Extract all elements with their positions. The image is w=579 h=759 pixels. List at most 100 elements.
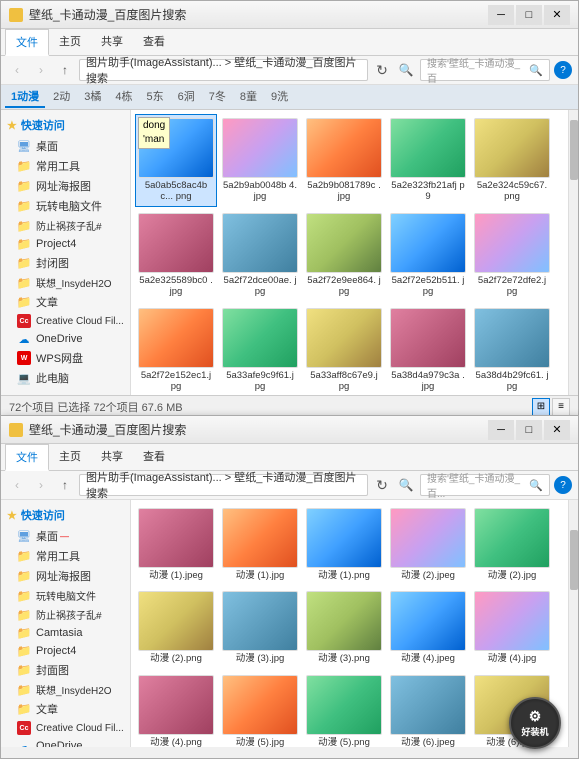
- file-item-w2-9[interactable]: 动漫 (4).jpg: [471, 587, 553, 668]
- close-button-1[interactable]: ✕: [544, 5, 570, 25]
- sidebar-quickaccess-2[interactable]: ★ 快速访问: [1, 504, 130, 526]
- sidebar-item-poster-1[interactable]: 📁 网址海报图: [1, 176, 130, 196]
- num-tab-1-1[interactable]: 1动漫: [5, 86, 45, 108]
- info-button-2[interactable]: ?: [554, 476, 572, 494]
- file-item-7[interactable]: 5a2f72e9ee864. jpg: [303, 209, 385, 302]
- file-item-14[interactable]: 5a38d4b29fc61. jpg: [471, 304, 553, 395]
- num-tab-6-1[interactable]: 6洞: [172, 86, 201, 108]
- file-item-w2-4[interactable]: 动漫 (2).jpg: [471, 504, 553, 585]
- file-item-w2-8[interactable]: 动漫 (4).jpeg: [387, 587, 469, 668]
- maximize-button-1[interactable]: □: [516, 5, 542, 25]
- file-item-w2-11[interactable]: 动漫 (5).jpg: [219, 671, 301, 747]
- sidebar-item-thispc-1[interactable]: 💻 此电脑: [1, 368, 130, 388]
- file-item-w2-13[interactable]: 动漫 (6).jpeg: [387, 671, 469, 747]
- scrollbar-thumb-1[interactable]: [570, 120, 578, 180]
- up-button-1[interactable]: ↑: [55, 60, 75, 80]
- sidebar-item-camtasia-2[interactable]: 📁 Camtasia: [1, 624, 130, 642]
- back-button-1[interactable]: ‹: [7, 60, 27, 80]
- scrollbar-1[interactable]: [568, 110, 578, 395]
- sidebar-item-article-2[interactable]: 📁 文章: [1, 699, 130, 719]
- sidebar-quickaccess-1[interactable]: ★ 快速访问: [1, 114, 130, 136]
- sidebar-item-article-1[interactable]: 📁 文章: [1, 292, 130, 312]
- file-item-2[interactable]: 5a2b9b081789c .jpg: [303, 114, 385, 207]
- ribbon-tab-home-2[interactable]: 主页: [49, 444, 91, 470]
- file-item-5[interactable]: 5a2e325589bc0 .jpg: [135, 209, 217, 302]
- file-item-w2-12[interactable]: 动漫 (5).png: [303, 671, 385, 747]
- sidebar-label-pc-1: 玩转电脑文件: [36, 198, 102, 214]
- sidebar-item-protect-2[interactable]: 📁 防止祸孩子乱#: [1, 605, 130, 624]
- file-item-8[interactable]: 5a2f72e52b511. jpg: [387, 209, 469, 302]
- sidebar-item-cc-2[interactable]: Cc Creative Cloud Fil...: [1, 719, 130, 737]
- file-item-w2-5[interactable]: 动漫 (2).png: [135, 587, 217, 668]
- address-path-2[interactable]: 图片助手(ImageAssistant)... > 壁纸_卡通动漫_百度图片搜索: [79, 474, 368, 496]
- file-item-w2-0[interactable]: 动漫 (1).jpeg: [135, 504, 217, 585]
- file-item-w2-10[interactable]: 动漫 (4).png: [135, 671, 217, 747]
- ribbon-tab-view-1[interactable]: 查看: [133, 29, 175, 55]
- sidebar-item-pc-1[interactable]: 📁 玩转电脑文件: [1, 196, 130, 216]
- sidebar-item-cover-1[interactable]: 📁 封闭图: [1, 253, 130, 273]
- ribbon-tab-file-1[interactable]: 文件: [5, 29, 49, 56]
- file-item-w2-2[interactable]: 动漫 (1).png: [303, 504, 385, 585]
- search-box-2[interactable]: 搜索'壁纸_卡通动漫_百... 🔍: [420, 474, 550, 496]
- file-item-3[interactable]: 5a2e323fb21afj p9: [387, 114, 469, 207]
- file-item-11[interactable]: 5a33afe9c9f61.j pg: [219, 304, 301, 395]
- info-button-1[interactable]: ?: [554, 61, 572, 79]
- file-item-w2-6[interactable]: 动漫 (3).jpg: [219, 587, 301, 668]
- file-item-w2-3[interactable]: 动漫 (2).jpeg: [387, 504, 469, 585]
- scrollbar-thumb-2[interactable]: [570, 530, 578, 590]
- sidebar-item-poster-2[interactable]: 📁 网址海报图: [1, 566, 130, 586]
- sidebar-item-desktop-2[interactable]: 🖥 桌面 —: [1, 526, 130, 546]
- maximize-button-2[interactable]: □: [516, 420, 542, 440]
- num-tab-3-1[interactable]: 3橘: [78, 86, 107, 108]
- minimize-button-2[interactable]: ─: [488, 420, 514, 440]
- sidebar-item-desktop-1[interactable]: 🖥 桌面: [1, 136, 130, 156]
- sidebar-item-tools-2[interactable]: 📁 常用工具: [1, 546, 130, 566]
- refresh-button-2[interactable]: ↻: [372, 475, 392, 495]
- sidebar-item-onedrive-2[interactable]: ☁ OneDrive: [1, 737, 130, 747]
- sidebar-item-insyde-2[interactable]: 📁 联想_InsydeH2O: [1, 680, 130, 699]
- sidebar-item-cc-1[interactable]: Cc Creative Cloud Fil...: [1, 312, 130, 330]
- ribbon-tab-share-2[interactable]: 共享: [91, 444, 133, 470]
- sidebar-item-tools-1[interactable]: 📁 常用工具: [1, 156, 130, 176]
- ribbon-tab-file-2[interactable]: 文件: [5, 444, 49, 471]
- close-button-2[interactable]: ✕: [544, 420, 570, 440]
- search-box-1[interactable]: 搜索'壁纸_卡通动漫_百 🔍: [420, 59, 550, 81]
- list-view-btn-1[interactable]: ≡: [552, 398, 570, 416]
- file-item-w2-7[interactable]: 动漫 (3).png: [303, 587, 385, 668]
- sidebar-item-cover-2[interactable]: 📁 封面图: [1, 660, 130, 680]
- ribbon-tab-home-1[interactable]: 主页: [49, 29, 91, 55]
- grid-view-btn-1[interactable]: ⊞: [532, 398, 550, 416]
- num-tab-7-1[interactable]: 7冬: [203, 86, 232, 108]
- ribbon-tab-view-2[interactable]: 查看: [133, 444, 175, 470]
- sidebar-item-project4-1[interactable]: 📁 Project4: [1, 235, 130, 253]
- back-button-2[interactable]: ‹: [7, 475, 27, 495]
- up-button-2[interactable]: ↑: [55, 475, 75, 495]
- num-tab-4-1[interactable]: 4栋: [109, 86, 138, 108]
- sidebar-item-project4-2[interactable]: 📁 Project4: [1, 642, 130, 660]
- num-tab-8-1[interactable]: 8童: [234, 86, 263, 108]
- sidebar-item-insyde-1[interactable]: 📁 联想_InsydeH2O: [1, 273, 130, 292]
- file-item-6[interactable]: 5a2f72dce00ae. jpg: [219, 209, 301, 302]
- scrollbar-2[interactable]: [568, 500, 578, 747]
- file-item-w2-1[interactable]: 动漫 (1).jpg: [219, 504, 301, 585]
- file-item-4[interactable]: 5a2e324c59c67. png: [471, 114, 553, 207]
- forward-button-2[interactable]: ›: [31, 475, 51, 495]
- file-item-13[interactable]: 5a38d4a979c3a .jpg: [387, 304, 469, 395]
- ribbon-tab-share-1[interactable]: 共享: [91, 29, 133, 55]
- file-item-9[interactable]: 5a2f72e72dfe2.j pg: [471, 209, 553, 302]
- file-item-10[interactable]: 5a2f72e152ec1.j pg: [135, 304, 217, 395]
- refresh-button-1[interactable]: ↻: [372, 60, 392, 80]
- address-path-1[interactable]: 图片助手(ImageAssistant)... > 壁纸_卡通动漫_百度图片搜索: [79, 59, 368, 81]
- num-tab-2-1[interactable]: 2动: [47, 86, 76, 108]
- forward-button-1[interactable]: ›: [31, 60, 51, 80]
- sidebar-item-protect-1[interactable]: 📁 防止祸孩子乱#: [1, 216, 130, 235]
- minimize-button-1[interactable]: ─: [488, 5, 514, 25]
- sidebar-item-wps-1[interactable]: W WPS网盘: [1, 348, 130, 368]
- num-tab-9-1[interactable]: 9洗: [265, 86, 294, 108]
- sidebar-item-onedrive-1[interactable]: ☁ OneDrive: [1, 330, 130, 348]
- file-item-0[interactable]: 5a0ab5c8ac4bc... pngdong'man: [135, 114, 217, 207]
- num-tab-5-1[interactable]: 5东: [141, 86, 170, 108]
- file-item-1[interactable]: 5a2b9ab0048b 4.jpg: [219, 114, 301, 207]
- sidebar-item-pc-2[interactable]: 📁 玩转电脑文件: [1, 586, 130, 605]
- file-item-12[interactable]: 5a33aff8c67e9.j pg: [303, 304, 385, 395]
